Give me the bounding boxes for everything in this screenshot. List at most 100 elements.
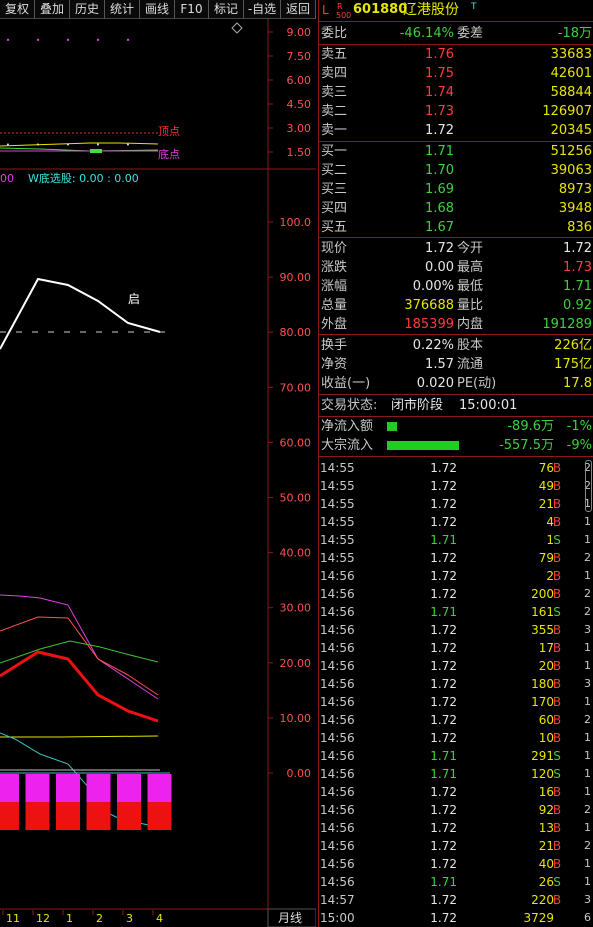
tick-n: 2	[584, 587, 591, 600]
tick-v: 17	[538, 641, 554, 655]
tick-row[interactable]: 14:56 1.72 200 B 2	[319, 585, 593, 603]
tick-v: 76	[538, 461, 554, 475]
tick-row[interactable]: 14:56 1.72 180 B 3	[319, 675, 593, 693]
tick-v: 170	[531, 695, 554, 709]
tick-p: 1.72	[430, 569, 457, 583]
flow-pct: -9%	[566, 438, 592, 453]
bid-row-volume: 8973	[558, 182, 592, 197]
bid-row-value: 1.69	[425, 182, 454, 197]
tick-p: 1.71	[430, 749, 457, 763]
bar-magenta	[25, 774, 50, 802]
ask-row: 卖四 1.75 42601	[319, 65, 593, 83]
chart-area[interactable]: 9.00 7.50 6.00 4.50 3.00 1.50 100.0 90.00 80.00…	[0, 19, 316, 927]
tick-row[interactable]: 14:57 1.72 220 B 3	[319, 891, 593, 909]
tick-row[interactable]: 14:56 1.72 355 B 3	[319, 621, 593, 639]
tick-row[interactable]: 14:55 1.71 1 S 1	[319, 531, 593, 549]
tick-n: 3	[584, 623, 591, 636]
weicha-value: -18万	[557, 26, 592, 41]
quote-row: 总量 376688 量比 0.92	[319, 297, 593, 315]
tick-s: B	[552, 587, 562, 601]
dot-marker: •	[66, 141, 70, 149]
quote-row-value: 0.00	[425, 260, 454, 275]
tick-row[interactable]: 14:56 1.71 26 S 1	[319, 873, 593, 891]
tick-row[interactable]: 14:55 1.72 49 B 2	[319, 477, 593, 495]
tick-s: B	[552, 641, 562, 655]
toolbar-button-1[interactable]: 叠加	[35, 0, 70, 19]
tick-row[interactable]: 14:56 1.72 16 B 1	[319, 783, 593, 801]
tick-row[interactable]: 14:55 1.72 21 B 1	[319, 495, 593, 513]
tick-v: 4	[546, 515, 554, 529]
stock-header[interactable]: L R 500 601880 辽港股份 T	[319, 1, 593, 20]
tick-n: 1	[584, 695, 591, 708]
tick-row[interactable]: 14:56 1.72 2 B 1	[319, 567, 593, 585]
ask-row-label: 卖五	[321, 47, 348, 62]
bid-row: 买四 1.68 3948	[319, 200, 593, 218]
tick-row[interactable]: 14:56 1.72 40 B 1	[319, 855, 593, 873]
tick-s: B	[552, 695, 562, 709]
tick-row[interactable]: 14:56 1.71 291 S 1	[319, 747, 593, 765]
tick-row[interactable]: 14:56 1.72 21 B 2	[319, 837, 593, 855]
toolbar-button-4[interactable]: 画线	[140, 0, 175, 19]
tick-s: B	[552, 821, 562, 835]
fund-row-value: 0.22%	[412, 338, 454, 353]
fund-row-volume: 175亿	[554, 357, 592, 372]
price-line	[0, 277, 161, 350]
stock-code: 601880	[353, 2, 408, 17]
tick-t: 14:56	[320, 659, 355, 673]
tick-row[interactable]: 14:56 1.72 92 B 2	[319, 801, 593, 819]
bar-red	[86, 802, 111, 830]
tick-t: 14:55	[320, 515, 355, 529]
quote-row-label: 外盘	[321, 317, 348, 332]
bid-row-label: 买四	[321, 201, 348, 216]
tick-n: 3	[584, 893, 591, 906]
toolbar-button-0[interactable]: 复权	[0, 0, 35, 19]
tick-row[interactable]: 14:55 1.72 76 B 2	[319, 459, 593, 477]
tick-v: 3729	[523, 911, 554, 925]
flow-bar	[387, 441, 459, 450]
flow-label: 大宗流入	[321, 438, 374, 453]
toolbar-button-7[interactable]: -自选	[244, 0, 281, 19]
flag-t: T	[471, 2, 477, 12]
trade-status-time: 15:00:01	[459, 398, 518, 413]
tick-s: S	[553, 767, 561, 781]
tick-p: 1.72	[430, 821, 457, 835]
tick-row[interactable]: 14:56 1.72 60 B 2	[319, 711, 593, 729]
toolbar-button-6[interactable]: 标记	[209, 0, 244, 19]
ask-row-label: 卖一	[321, 123, 348, 138]
toolbar: 复权 叠加 历史 统计 画线 F10 标记 -自选 返回	[0, 0, 316, 19]
tick-s: B	[552, 713, 562, 727]
tick-scrollbar[interactable]	[585, 460, 592, 512]
tick-n: 1	[584, 533, 591, 546]
tick-row[interactable]: 14:56 1.72 20 B 1	[319, 657, 593, 675]
tick-row[interactable]: 15:00 1.72 3729 6	[319, 909, 593, 927]
qi-label: 启	[128, 292, 140, 306]
top-indicator-panel: • • • • • 顶点底点 • • • • • 00 W底选股: 0.00 : 0.00	[0, 22, 243, 185]
tick-row[interactable]: 14:56 1.72 17 B 1	[319, 639, 593, 657]
tick-v: 79	[538, 551, 554, 565]
tick-v: 161	[531, 605, 554, 619]
tick-row[interactable]: 14:56 1.71 120 S 1	[319, 765, 593, 783]
ask-row: 卖二 1.73 126907	[319, 103, 593, 121]
weibi-value: -46.14%	[399, 26, 454, 41]
quote-row-label: 总量	[321, 298, 348, 313]
tick-row[interactable]: 14:56 1.72 170 B 1	[319, 693, 593, 711]
tick-row[interactable]: 14:56 1.72 13 B 1	[319, 819, 593, 837]
toolbar-button-5[interactable]: F10	[175, 0, 209, 19]
tick-row[interactable]: 14:56 1.71 161 S 2	[319, 603, 593, 621]
tick-row[interactable]: 14:56 1.72 10 B 1	[319, 729, 593, 747]
tick-v: 60	[538, 713, 554, 727]
toolbar-button-8[interactable]: 返回	[281, 0, 316, 19]
fund-row-label: 换手	[321, 338, 348, 353]
tick-v: 180	[531, 677, 554, 691]
tick-n: 1	[584, 569, 591, 582]
axis-label: 9.00	[287, 26, 312, 39]
tick-t: 14:56	[320, 677, 355, 691]
tick-row[interactable]: 14:55 1.72 4 B 1	[319, 513, 593, 531]
toolbar-button-2[interactable]: 历史	[70, 0, 105, 19]
ask-row-volume: 42601	[550, 66, 592, 81]
tick-t: 14:56	[320, 803, 355, 817]
bar-magenta	[117, 774, 141, 802]
bid-row: 买二 1.70 39063	[319, 162, 593, 180]
toolbar-button-3[interactable]: 统计	[105, 0, 140, 19]
tick-row[interactable]: 14:55 1.72 79 B 2	[319, 549, 593, 567]
